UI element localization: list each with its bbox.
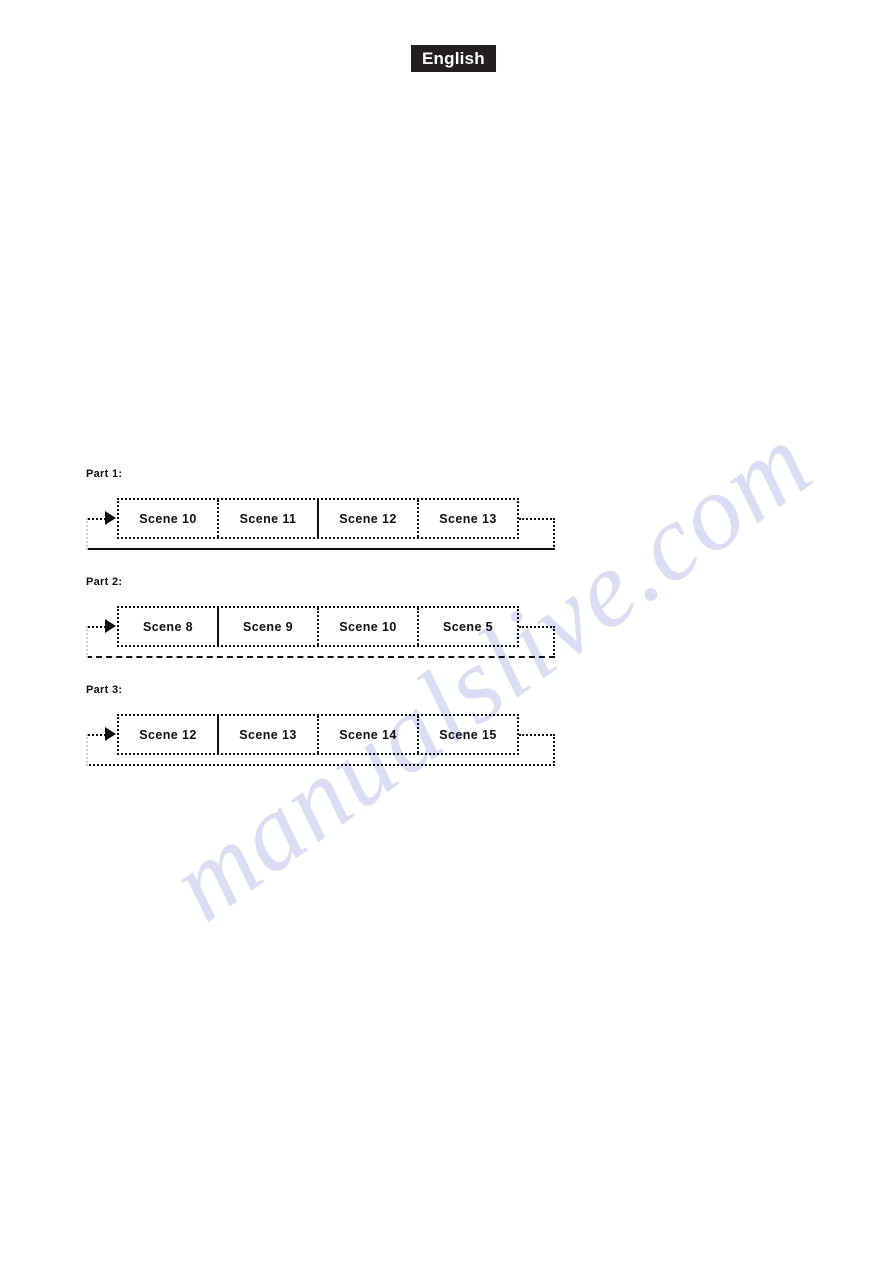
scene-cell: Scene 5	[442, 619, 494, 634]
loop-return-line	[86, 764, 555, 766]
loop-right-segment	[519, 626, 555, 628]
scene-cell: Scene 10	[119, 500, 219, 537]
scene-chain: Scene 10 Scene 11 Scene 12 Scene 13	[84, 488, 564, 560]
loop-right-segment	[519, 734, 555, 736]
scene-chain: Scene 8 Scene 9 Scene 10 Scene 5	[84, 596, 564, 668]
input-line	[88, 518, 106, 520]
loop-return-line	[86, 548, 555, 550]
scene-cell: Scene 13	[439, 511, 497, 526]
loop-down-segment	[553, 626, 555, 658]
scene-cell: Scene 8	[119, 608, 219, 645]
scene-cell: Scene 10	[319, 608, 419, 645]
loop-left-segment	[86, 734, 88, 766]
diagram-part-1: Part 1: Scene 10 Scene 11 Scene 12 Scene…	[84, 468, 564, 560]
part-label: Part 3:	[86, 684, 123, 696]
scene-cell: Scene 12	[319, 500, 419, 537]
scene-cell: Scene 13	[219, 716, 319, 753]
scene-row: Scene 8 Scene 9 Scene 10 Scene 5	[117, 606, 519, 647]
arrow-right-icon	[105, 619, 116, 633]
loop-down-segment	[553, 518, 555, 550]
diagram-part-3: Part 3: Scene 12 Scene 13 Scene 14 Scene…	[84, 684, 564, 776]
loop-right-segment	[519, 518, 555, 520]
scene-cell: Scene 14	[319, 716, 419, 753]
input-line	[88, 626, 106, 628]
input-line	[88, 734, 106, 736]
language-badge: English	[411, 45, 496, 72]
loop-return-line	[86, 656, 555, 658]
scene-row: Scene 10 Scene 11 Scene 12 Scene 13	[117, 498, 519, 539]
scene-chain-diagrams: Part 1: Scene 10 Scene 11 Scene 12 Scene…	[0, 0, 893, 1263]
scene-cell: Scene 15	[439, 727, 497, 742]
scene-cell: Scene 12	[119, 716, 219, 753]
arrow-right-icon	[105, 511, 116, 525]
scene-row: Scene 12 Scene 13 Scene 14 Scene 15	[117, 714, 519, 755]
part-label: Part 2:	[86, 576, 123, 588]
scene-cell: Scene 11	[219, 500, 319, 537]
loop-left-segment	[86, 626, 88, 658]
scene-chain: Scene 12 Scene 13 Scene 14 Scene 15	[84, 704, 564, 776]
arrow-right-icon	[105, 727, 116, 741]
scene-cell: Scene 9	[219, 608, 319, 645]
loop-left-segment	[86, 518, 88, 550]
loop-down-segment	[553, 734, 555, 766]
diagram-part-2: Part 2: Scene 8 Scene 9 Scene 10 Scene 5	[84, 576, 564, 668]
part-label: Part 1:	[86, 468, 123, 480]
